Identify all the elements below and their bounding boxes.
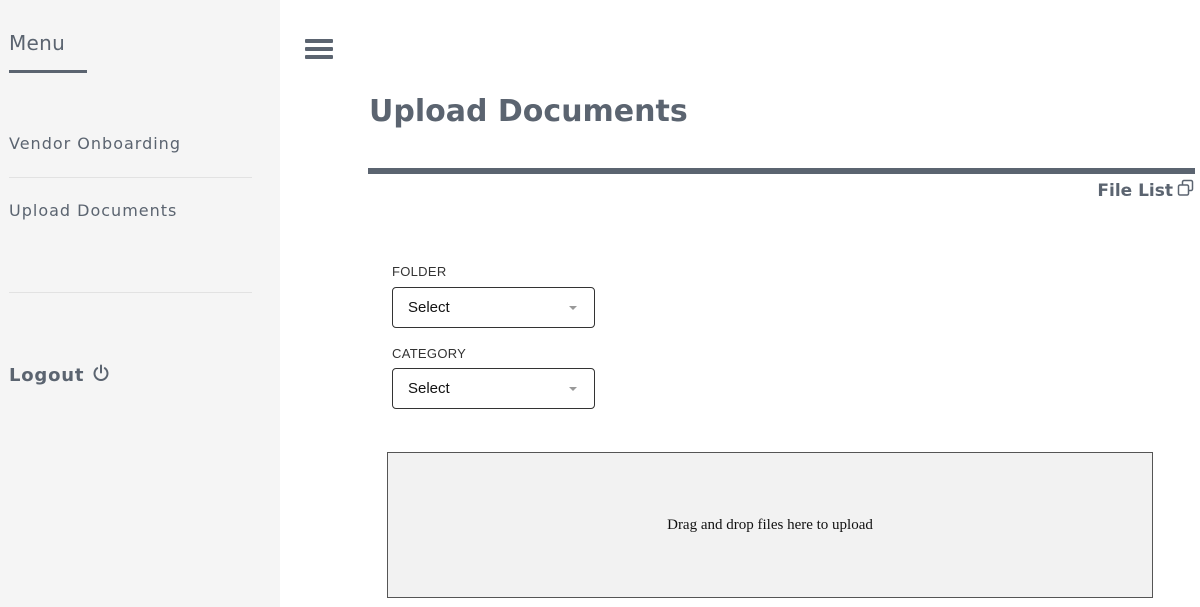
menu-title: Menu	[9, 31, 66, 55]
file-list-link[interactable]: File List	[1097, 179, 1195, 202]
nav-divider	[9, 292, 252, 293]
logout-label: Logout	[9, 365, 85, 386]
category-select[interactable]: Select	[392, 368, 595, 409]
power-icon	[92, 364, 110, 387]
logout-button[interactable]: Logout	[9, 364, 110, 387]
category-select-value: Select	[408, 380, 450, 397]
folder-label: FOLDER	[392, 264, 447, 279]
hamburger-menu-icon[interactable]	[305, 39, 333, 61]
page-title: Upload Documents	[369, 94, 688, 129]
sidebar-item-upload-documents[interactable]: Upload Documents	[9, 201, 177, 220]
chevron-down-icon	[569, 387, 577, 391]
category-label: CATEGORY	[392, 346, 467, 361]
title-divider	[368, 168, 1195, 174]
folder-select[interactable]: Select	[392, 287, 595, 328]
file-list-label: File List	[1097, 180, 1173, 201]
copy-icon	[1177, 179, 1195, 202]
upload-dropzone[interactable]: Drag and drop files here to upload	[387, 452, 1153, 598]
sidebar: Menu Vendor Onboarding Upload Documents …	[0, 0, 280, 607]
nav-divider	[9, 177, 252, 178]
folder-select-value: Select	[408, 299, 450, 316]
sidebar-item-vendor-onboarding[interactable]: Vendor Onboarding	[9, 134, 181, 153]
dropzone-text: Drag and drop files here to upload	[667, 516, 873, 533]
menu-title-underline	[9, 70, 87, 73]
chevron-down-icon	[569, 306, 577, 310]
